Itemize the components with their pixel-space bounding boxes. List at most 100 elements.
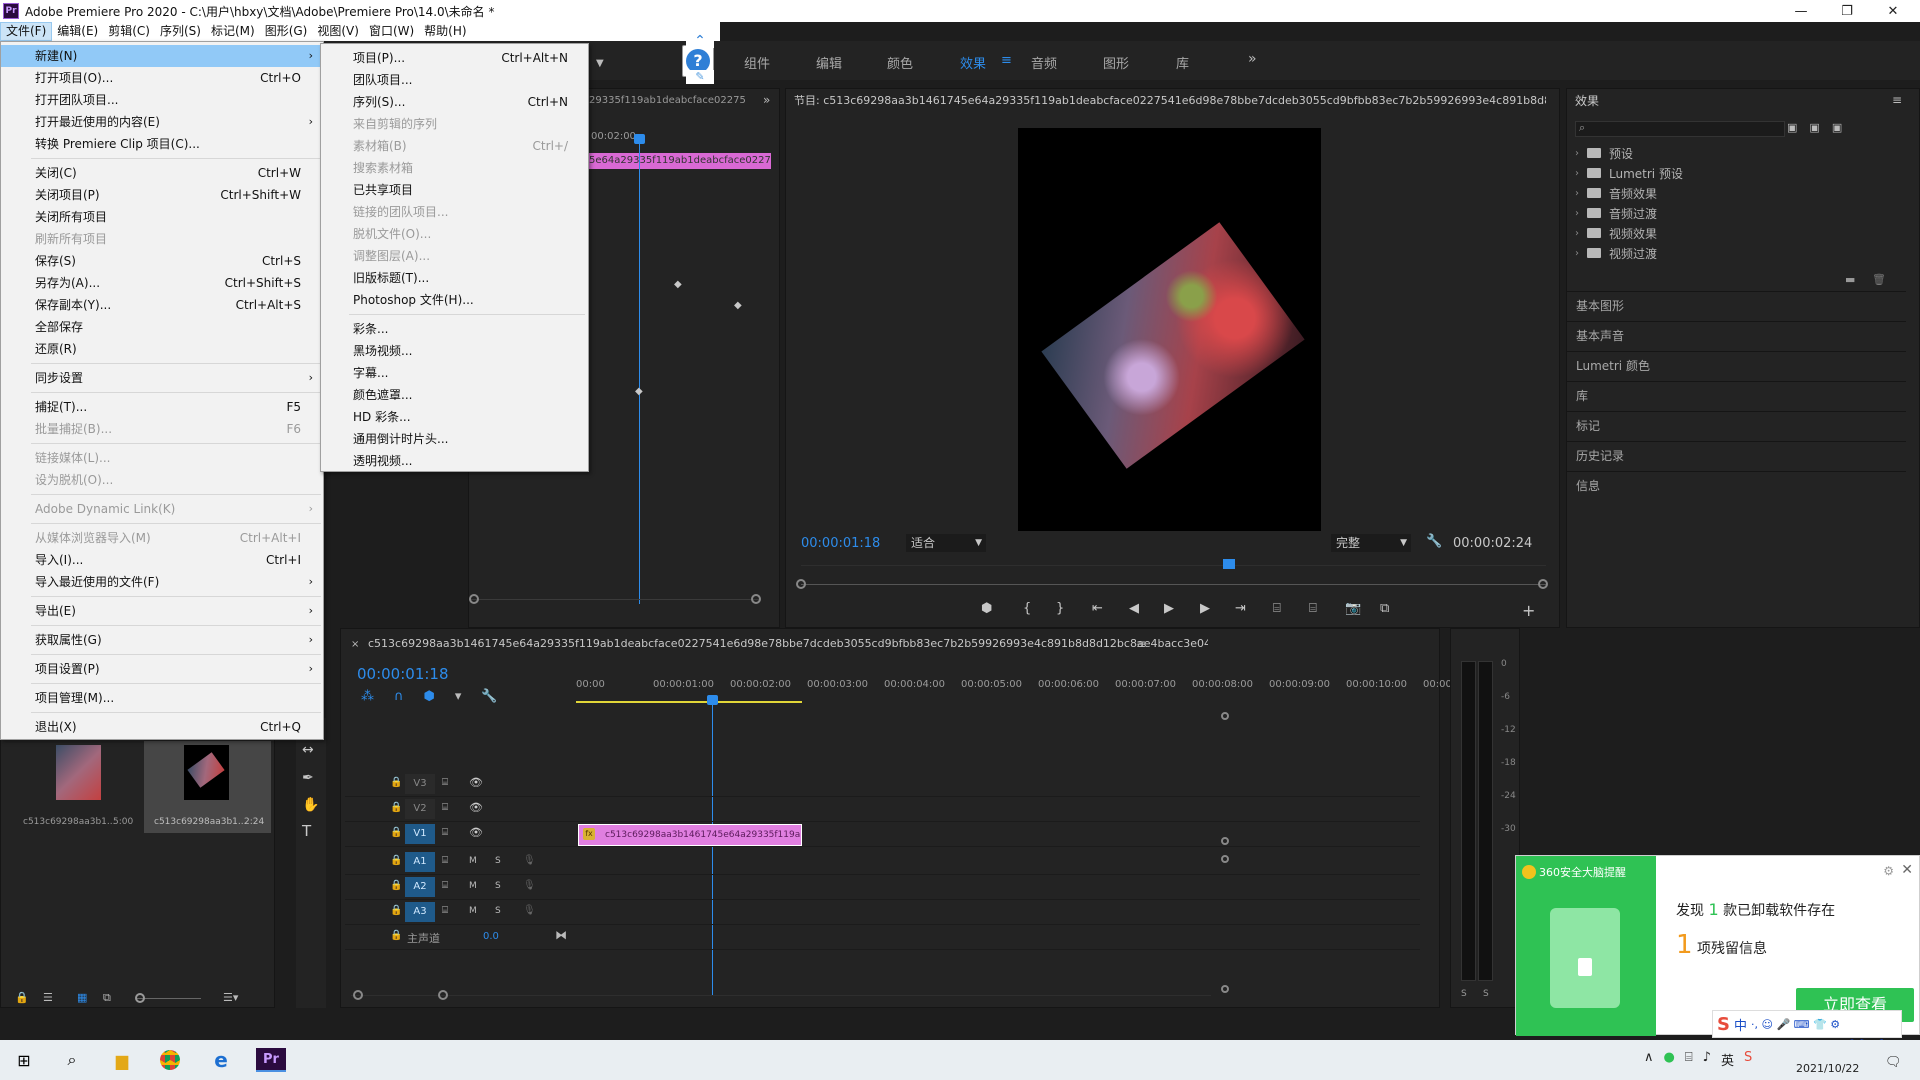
effects-search-box[interactable]: ⌕: [1575, 121, 1785, 137]
mark-in-icon[interactable]: {: [1023, 601, 1031, 616]
type-tool-icon[interactable]: T: [302, 822, 311, 840]
file-menu-item[interactable]: 全部保存: [1, 316, 323, 338]
new-bin-icon[interactable]: ▬: [1845, 273, 1855, 286]
file-menu-item[interactable]: 保存副本(Y)... Ctrl+Alt+S: [1, 294, 323, 316]
add-button-icon[interactable]: +: [1522, 601, 1535, 620]
new-submenu-item[interactable]: 黑场视频...: [321, 340, 588, 362]
file-menu-item[interactable]: 关闭项目(P) Ctrl+Shift+W: [1, 184, 323, 206]
track-lock-icon[interactable]: 🔒: [390, 802, 402, 813]
maximize-button[interactable]: ❐: [1824, 0, 1870, 22]
track-name[interactable]: V3: [405, 774, 435, 794]
premiere-taskbar-icon[interactable]: Pr: [256, 1048, 286, 1072]
add-marker-icon[interactable]: ⬢: [424, 689, 435, 704]
file-menu-item[interactable]: 打开项目(O)... Ctrl+O: [1, 67, 323, 89]
file-menu-item[interactable]: 同步设置 ›: [1, 367, 323, 389]
ime-symbols[interactable]: ·, ☺ 🎤 ⌨ 👕 ⚙: [1751, 1018, 1840, 1031]
effects-section[interactable]: 信息: [1566, 471, 1906, 499]
effects-folder[interactable]: › 音频效果: [1575, 184, 1657, 202]
file-menu-item[interactable]: 批量捕捉(B)... F6: [1, 418, 323, 440]
track-name[interactable]: A1: [405, 852, 435, 872]
new-submenu-item[interactable]: 团队项目...: [321, 69, 588, 91]
sync-lock-icon[interactable]: ⌸: [442, 777, 448, 788]
list-view-icon[interactable]: ☰: [43, 991, 53, 1004]
new-submenu-item[interactable]: 脱机文件(O)...: [321, 223, 588, 245]
program-timecode[interactable]: 00:00:01:18: [801, 536, 880, 551]
vscroll-handle[interactable]: [1221, 712, 1229, 720]
popup-settings-icon[interactable]: ⚙: [1883, 864, 1894, 878]
track-lock-icon[interactable]: 🔒: [390, 777, 402, 788]
work-area-bar[interactable]: [576, 701, 802, 703]
edge-icon[interactable]: e: [207, 1048, 235, 1072]
file-menu-item[interactable]: 打开团队项目...: [1, 89, 323, 111]
menu-4[interactable]: 标记(M): [206, 22, 260, 41]
tray-360-icon[interactable]: ●: [1664, 1050, 1675, 1069]
hand-tool-icon[interactable]: ✋: [302, 797, 319, 813]
trash-icon[interactable]: 🗑: [1872, 273, 1886, 286]
chevron-right-icon[interactable]: ›: [1575, 248, 1587, 259]
file-menu-item[interactable]: 退出(X) Ctrl+Q: [1, 716, 323, 738]
chevron-right-icon[interactable]: ›: [1575, 168, 1587, 179]
accelerated-effects-icon[interactable]: ▣: [1787, 121, 1797, 134]
menu-7[interactable]: 窗口(W): [364, 22, 419, 41]
new-submenu-item[interactable]: 颜色遮罩...: [321, 384, 588, 406]
sync-lock-icon[interactable]: ⌸: [442, 802, 448, 813]
timeline-playhead-handle[interactable]: [707, 695, 718, 705]
new-submenu-item[interactable]: 素材箱(B) Ctrl+/: [321, 135, 588, 157]
panel-menu-icon[interactable]: ≡: [1892, 93, 1902, 107]
tray-volume-icon[interactable]: ♪: [1703, 1050, 1711, 1069]
zoom-scrollbar[interactable]: [469, 599, 759, 600]
file-menu-item[interactable]: 导入最近使用的文件(F) ›: [1, 571, 323, 593]
close-button[interactable]: ✕: [1870, 0, 1916, 22]
sync-lock-icon[interactable]: ⌸: [442, 855, 448, 866]
file-menu-item[interactable]: 获取属性(G) ›: [1, 629, 323, 651]
tray-network-icon[interactable]: ⌸: [1685, 1050, 1693, 1069]
vscroll-handle[interactable]: [1221, 985, 1229, 993]
32bit-effects-icon[interactable]: ▣: [1809, 121, 1819, 134]
workspace-menu-icon[interactable]: ≡: [1001, 53, 1012, 68]
track-lock-icon[interactable]: 🔒: [390, 905, 402, 916]
tray-chevron-icon[interactable]: ∧: [1644, 1050, 1654, 1069]
workspace-tab[interactable]: 图形: [1103, 53, 1129, 72]
eye-icon[interactable]: 👁: [469, 776, 483, 789]
step-forward-icon[interactable]: ▶: [1200, 601, 1210, 616]
quality-dropdown[interactable]: 完整 ▼: [1331, 534, 1411, 552]
go-to-in-icon[interactable]: ⇤: [1092, 601, 1103, 616]
effects-folder[interactable]: › 音频过渡: [1575, 204, 1657, 222]
workspace-tab[interactable]: 效果: [960, 53, 986, 72]
menu-3[interactable]: 序列(S): [155, 22, 206, 41]
panel-more-icon[interactable]: »: [763, 93, 770, 107]
sort-icon[interactable]: ☰▾: [223, 991, 238, 1004]
marker-icon[interactable]: ⬢: [981, 601, 992, 616]
freeform-view-icon[interactable]: ⧉: [103, 991, 111, 1005]
new-submenu-item[interactable]: 链接的团队项目...: [321, 201, 588, 223]
effects-section[interactable]: 标记: [1566, 411, 1906, 439]
mute-button[interactable]: M: [469, 881, 477, 891]
effects-section[interactable]: 基本图形: [1566, 291, 1906, 319]
tray-ime-icon[interactable]: 英: [1721, 1050, 1734, 1069]
file-menu-item[interactable]: 导入(I)... Ctrl+I: [1, 549, 323, 571]
lock-icon[interactable]: 🔒: [15, 991, 29, 1004]
step-back-icon[interactable]: ◀: [1129, 601, 1139, 616]
go-to-out-icon[interactable]: ⇥: [1235, 601, 1246, 616]
yuv-effects-icon[interactable]: ▣: [1832, 121, 1842, 134]
new-submenu-item[interactable]: 调整图层(A)...: [321, 245, 588, 267]
track-lock-icon[interactable]: 🔒: [390, 930, 402, 941]
new-submenu-item[interactable]: 彩条...: [321, 318, 588, 340]
ime-chinese-mode[interactable]: 中: [1734, 1015, 1747, 1034]
collapse-up-icon[interactable]: ⌃: [686, 34, 714, 48]
menu-1[interactable]: 编辑(E): [52, 22, 103, 41]
linked-selection-icon[interactable]: ∩: [394, 689, 404, 704]
menu-6[interactable]: 视图(V): [312, 22, 364, 41]
solo-button[interactable]: S: [495, 906, 501, 916]
icon-view-icon[interactable]: ▦: [77, 991, 87, 1004]
lift-icon[interactable]: ⌸: [1273, 601, 1281, 616]
close-tab-icon[interactable]: ×: [351, 639, 359, 650]
new-submenu-item[interactable]: 通用倒计时片头...: [321, 428, 588, 450]
mic-icon[interactable]: 🎙: [523, 855, 536, 866]
file-menu-item[interactable]: 刷新所有项目: [1, 228, 323, 250]
timeline-ruler[interactable]: 00:00 00:00:01:00 00:00:02:00 00:00:03:00 00…: [576, 679, 1455, 699]
pin-icon[interactable]: ✎: [686, 70, 714, 84]
scroll-handle-right[interactable]: [751, 594, 761, 604]
master-nav-icon[interactable]: ⧓: [555, 928, 567, 942]
new-submenu-item[interactable]: 序列(S)... Ctrl+N: [321, 91, 588, 113]
